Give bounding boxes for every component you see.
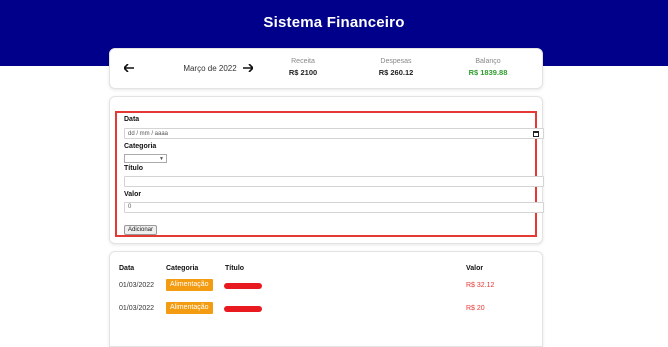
balance-label: Balanço bbox=[475, 58, 501, 65]
date-label: Data bbox=[124, 116, 140, 123]
value-input[interactable]: 0 bbox=[124, 202, 544, 213]
category-badge: Alimentação bbox=[166, 279, 213, 291]
summary-card: Março de 2022 Receita R$ 2100 Despesas R… bbox=[109, 48, 543, 89]
transactions-table: Data Categoria Título Valor 01/03/2022 A… bbox=[109, 251, 543, 347]
arrow-right-icon[interactable] bbox=[241, 61, 255, 75]
form-highlight: Data dd / mm / aaaa Categoria ▼ Título V… bbox=[115, 111, 544, 237]
date-placeholder: dd / mm / aaaa bbox=[128, 130, 169, 137]
income-label: Receita bbox=[291, 58, 315, 65]
expenses-label: Despesas bbox=[380, 58, 412, 65]
row-date: 01/03/2022 bbox=[119, 305, 155, 312]
balance-summary: Balanço R$ 1839.88 bbox=[448, 58, 528, 77]
category-select[interactable]: ▼ bbox=[124, 154, 167, 163]
balance-value: R$ 1839.88 bbox=[468, 68, 508, 77]
expenses-value: R$ 260.12 bbox=[378, 68, 414, 77]
header-category: Categoria bbox=[166, 265, 199, 272]
header-value: Valor bbox=[466, 265, 484, 272]
row-value: R$ 20 bbox=[466, 305, 485, 312]
arrow-left-icon[interactable] bbox=[122, 61, 136, 75]
title-label: Título bbox=[124, 165, 144, 172]
redacted-title bbox=[224, 283, 262, 289]
category-label: Categoria bbox=[124, 143, 157, 150]
row-value: R$ 32.12 bbox=[466, 282, 495, 289]
value-label: Valor bbox=[124, 191, 142, 198]
row-date: 01/03/2022 bbox=[119, 282, 155, 289]
chevron-down-icon: ▼ bbox=[159, 156, 164, 162]
calendar-icon[interactable] bbox=[533, 130, 539, 137]
redacted-title bbox=[224, 306, 262, 312]
category-badge: Alimentação bbox=[166, 302, 213, 314]
income-value: R$ 2100 bbox=[288, 68, 318, 77]
header-date: Data bbox=[119, 265, 135, 272]
expenses-summary: Despesas R$ 260.12 bbox=[356, 58, 436, 77]
income-summary: Receita R$ 2100 bbox=[263, 58, 343, 77]
date-input[interactable]: dd / mm / aaaa bbox=[124, 128, 544, 139]
title-input[interactable] bbox=[124, 176, 544, 187]
header-title: Título bbox=[225, 265, 245, 272]
add-button[interactable]: Adicionar bbox=[124, 225, 158, 235]
form-card: Data dd / mm / aaaa Categoria ▼ Título V… bbox=[109, 96, 544, 244]
app-title: Sistema Financeiro bbox=[263, 14, 405, 31]
